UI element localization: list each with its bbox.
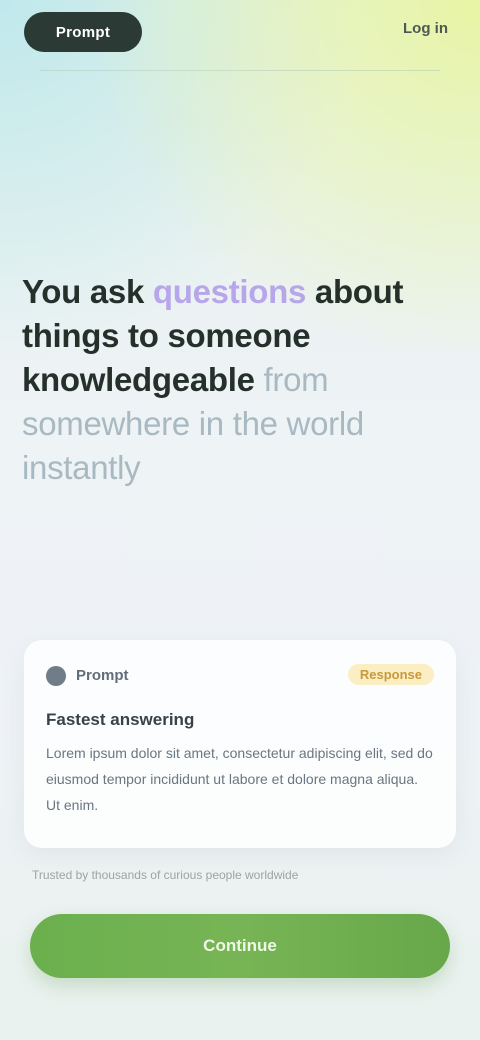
hero-heading: You ask questions about things to someon…	[22, 270, 422, 490]
hero-muted-text: from	[254, 361, 329, 398]
status-badge: Response	[347, 664, 434, 685]
feature-card: Prompt Response Fastest answering Lorem …	[24, 640, 456, 848]
footnote: Trusted by thousands of curious people w…	[32, 868, 299, 882]
hero-muted-text: somewhere in the world	[22, 405, 364, 442]
hero-text: knowledgeable	[22, 361, 255, 398]
logo[interactable]: Prompt	[24, 12, 142, 52]
brand-icon	[46, 666, 66, 686]
hero-accent-text: questions	[152, 273, 307, 310]
hero-text: things to someone	[22, 317, 311, 354]
top-divider	[40, 70, 440, 71]
card-title: Fastest answering	[46, 710, 195, 729]
top-bar: Prompt Log in	[0, 0, 480, 64]
hero-text: You ask	[22, 273, 153, 310]
continue-button[interactable]: Continue	[30, 914, 450, 978]
login-link[interactable]: Log in	[403, 20, 448, 37]
hero-text: about	[306, 273, 404, 310]
card-body: Lorem ipsum dolor sit amet, consectetur …	[46, 745, 433, 813]
card-header: Prompt Response	[46, 664, 434, 688]
hero-muted-text: instantly	[22, 449, 141, 486]
card-brand-name: Prompt	[76, 667, 129, 684]
